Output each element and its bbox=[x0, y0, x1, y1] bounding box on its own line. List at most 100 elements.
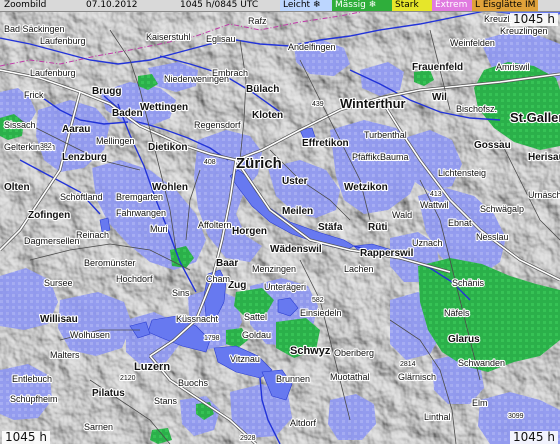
road-number: 582 bbox=[312, 297, 324, 304]
road-number: 2120 bbox=[120, 375, 136, 382]
town-label: Wattwil bbox=[420, 200, 449, 210]
town-label: Schöftland bbox=[60, 192, 103, 202]
town-label: Bremgarten bbox=[116, 192, 163, 202]
legend-light: Leicht ❄ bbox=[280, 0, 334, 11]
road-number: 439 bbox=[312, 101, 324, 108]
town-label: Laufenburg bbox=[40, 36, 86, 46]
town-label: Baar bbox=[216, 258, 238, 269]
legend-ice-label: L Eisglätte bbox=[475, 0, 523, 10]
radar-map: Bad Säckingen Laufenburg Laufenburg Fric… bbox=[0, 0, 560, 444]
town-label: Winterthur bbox=[340, 96, 406, 111]
town-label: Schwanden bbox=[458, 358, 505, 368]
town-label: Luzern bbox=[134, 361, 170, 373]
town-label: Aarau bbox=[62, 124, 90, 135]
town-label: Gossau bbox=[474, 140, 511, 151]
legend-extreme: Extrem bbox=[432, 0, 474, 11]
town-label: Bischofsz. bbox=[456, 104, 497, 114]
town-label: Amriswil bbox=[496, 62, 530, 72]
town-label: Stäfa bbox=[318, 222, 343, 233]
town-label: Urnäsch bbox=[528, 190, 560, 200]
town-label: Herisau bbox=[528, 152, 560, 163]
town-label: Entlebuch bbox=[12, 374, 52, 384]
town-label: Lachen bbox=[344, 264, 374, 274]
town-label: Wolhusen bbox=[70, 330, 110, 340]
town-label: Schüpfheim bbox=[10, 394, 58, 404]
town-label: Andelfingen bbox=[288, 42, 336, 52]
town-label: Effretikon bbox=[302, 138, 349, 149]
legend-ice: L Eisglätte IM bbox=[472, 0, 538, 11]
town-label: Horgen bbox=[232, 226, 267, 237]
town-label: Zürich bbox=[236, 155, 282, 172]
road-number: 408 bbox=[204, 159, 216, 166]
town-label: Wädenswil bbox=[270, 244, 322, 255]
town-label: Affoltern bbox=[198, 220, 231, 230]
town-label: Olten bbox=[4, 182, 30, 193]
town-label: Schwägalp bbox=[480, 204, 524, 214]
town-label: Bad Säckingen bbox=[4, 24, 65, 34]
road-number: 3099 bbox=[508, 413, 524, 420]
town-label: Turbenthal bbox=[364, 130, 407, 140]
town-label: Uznach bbox=[412, 238, 443, 248]
town-label: Ebnat bbox=[448, 218, 472, 228]
town-label: Dagmersellen bbox=[24, 236, 80, 246]
town-label: Stans bbox=[154, 396, 178, 406]
town-label: Bülach bbox=[246, 84, 279, 95]
town-label: Menzingen bbox=[252, 264, 296, 274]
town-label: Eglisau bbox=[206, 34, 236, 44]
town-label: Baden bbox=[112, 108, 143, 119]
town-label: Zofingen bbox=[28, 210, 70, 221]
snowflake-icon: ❄ bbox=[312, 0, 321, 10]
town-label: Cham bbox=[206, 274, 230, 284]
legend-light-label: Leicht bbox=[283, 0, 311, 10]
town-label: Kreuzl. bbox=[484, 14, 512, 24]
town-label: Wald bbox=[392, 210, 412, 220]
town-label: Glärnisch bbox=[398, 372, 436, 382]
town-label: Linthal bbox=[424, 412, 451, 422]
town-label: Dietikon bbox=[148, 142, 187, 153]
town-label: Meilen bbox=[282, 206, 313, 217]
town-label: Fahrwangen bbox=[116, 208, 166, 218]
town-label: Willisau bbox=[40, 314, 78, 325]
town-label: Kaiserstuhl bbox=[146, 32, 191, 42]
town-label: Elm bbox=[472, 398, 488, 408]
town-label: Wettingen bbox=[140, 102, 188, 113]
town-label: Brunnen bbox=[276, 374, 310, 384]
town-label: Bauma bbox=[380, 152, 409, 162]
town-label: Hochdorf bbox=[116, 274, 153, 284]
town-label: Sattel bbox=[244, 312, 267, 322]
town-label: Frick bbox=[24, 90, 44, 100]
town-label: Lenzburg bbox=[62, 152, 107, 163]
town-label: Regensdorf bbox=[194, 120, 241, 130]
town-label: Rafz bbox=[248, 16, 267, 26]
town-label: Wetzikon bbox=[344, 182, 388, 193]
town-label: Pilatus bbox=[92, 388, 125, 399]
town-label: Beromünster bbox=[84, 258, 136, 268]
map-title: Zoombild bbox=[4, 0, 47, 10]
town-label: Reinach bbox=[76, 230, 109, 240]
legend-bar: Zoombild 07.10.2012 1045 h/0845 UTC Leic… bbox=[0, 0, 560, 12]
town-label: Frauenfeld bbox=[412, 62, 463, 73]
town-label: Näfels bbox=[444, 308, 470, 318]
legend-ice-symbol: IM bbox=[524, 0, 536, 10]
town-label: Malters bbox=[50, 350, 80, 360]
town-label: Vitznau bbox=[230, 354, 260, 364]
snowflake-icon: ❄ bbox=[368, 0, 377, 10]
town-label: Laufenburg bbox=[30, 68, 76, 78]
town-label: Schwyz bbox=[290, 345, 331, 357]
road-number: 413 bbox=[430, 191, 442, 198]
town-label: Muotathal bbox=[330, 372, 370, 382]
town-label: Kloten bbox=[252, 110, 283, 121]
town-label: Sursee bbox=[44, 278, 73, 288]
town-label: Altdorf bbox=[290, 418, 317, 428]
corner-time-top-right: 1045 h bbox=[510, 13, 558, 26]
town-label: Rapperswil bbox=[360, 248, 414, 259]
town-label: Sarnen bbox=[84, 422, 113, 432]
town-label: St.Gallen bbox=[510, 110, 560, 125]
road-number: 382 bbox=[40, 143, 52, 150]
road-number: 2928 bbox=[240, 435, 256, 442]
town-label: Lichtensteig bbox=[438, 168, 486, 178]
town-label: Uster bbox=[282, 176, 308, 187]
town-label: Muri bbox=[150, 224, 168, 234]
town-label: Nesslau bbox=[476, 232, 509, 242]
town-label: Goldau bbox=[242, 330, 271, 340]
